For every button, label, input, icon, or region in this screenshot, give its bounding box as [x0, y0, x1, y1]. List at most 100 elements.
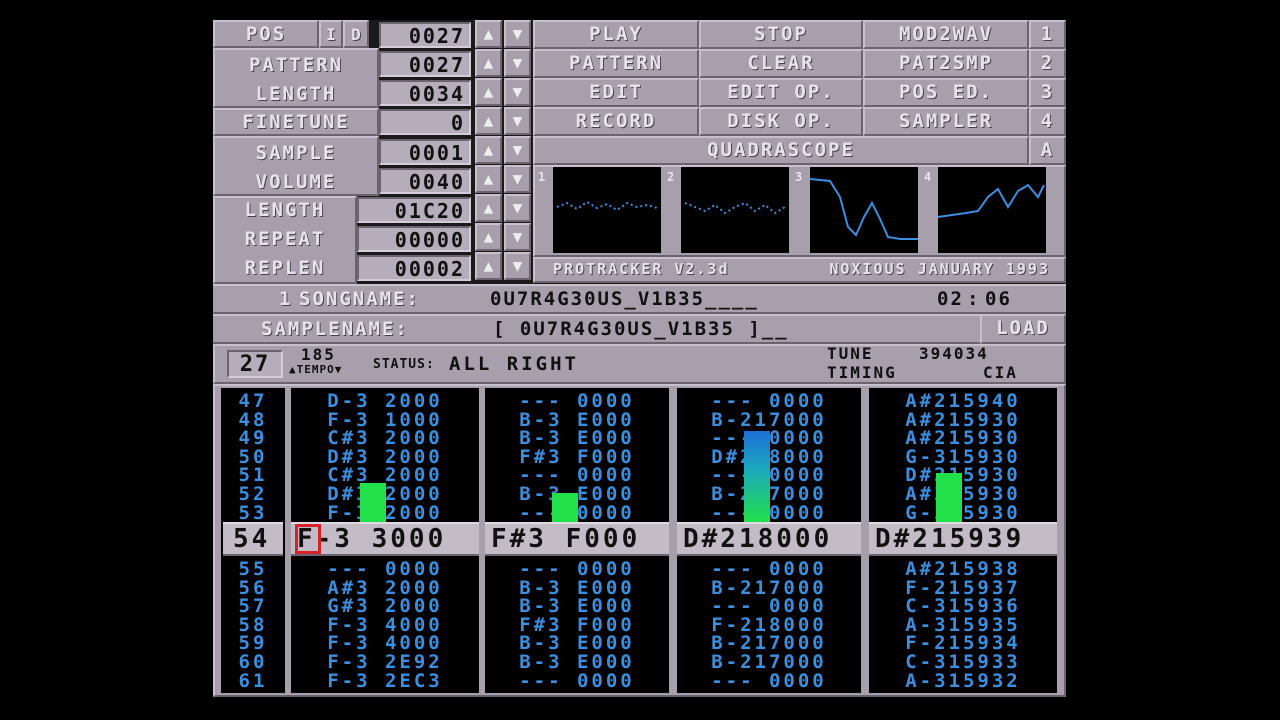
pattern-cell[interactable]: A#215930 [869, 485, 1057, 504]
sample-length-down-arrow-icon[interactable]: ▼ [504, 194, 531, 222]
clear-button[interactable]: CLEAR [699, 49, 863, 78]
pattern-cell[interactable]: D-3 2000 [291, 392, 479, 411]
repeat-label: REPEAT [244, 228, 326, 250]
pos-insert-button[interactable]: I [319, 20, 343, 48]
pattern-cell[interactable]: C#3 2000 [291, 429, 479, 448]
stop-button[interactable]: STOP [699, 20, 863, 49]
current-row-ch2[interactable]: F#3 F000 [485, 522, 669, 556]
samplename-input[interactable]: [ 0U7R4G30US_V1B35 ]__ [493, 317, 789, 342]
song-time-seconds: 06 [985, 288, 1012, 310]
scope-1 [553, 167, 661, 253]
disk-op-button[interactable]: DISK OP. [699, 107, 863, 136]
pos-up-arrow-icon[interactable]: ▲ [475, 20, 502, 48]
current-row-ch1[interactable]: F-3 3000 [291, 522, 479, 556]
about-strip: PROTRACKER V2.3d NOXIOUS JANUARY 1993 [533, 257, 1066, 283]
track-2-button[interactable]: 2 [1029, 49, 1066, 78]
pattern-cell[interactable]: A#215940 [869, 392, 1057, 411]
play-button[interactable]: PLAY [533, 20, 699, 49]
row-number: 61 [238, 669, 268, 692]
scope-3 [809, 167, 918, 253]
tempo-up-icon[interactable]: ▲ [289, 363, 297, 376]
pattern-up-arrow-icon[interactable]: ▲ [475, 49, 502, 77]
finetune-label: FINETUNE [242, 111, 350, 133]
repeat-up-arrow-icon[interactable]: ▲ [475, 223, 502, 251]
edit-op-button[interactable]: EDIT OP. [699, 78, 863, 107]
track-all-button[interactable]: A [1029, 136, 1066, 165]
length-down-arrow-icon[interactable]: ▼ [504, 78, 531, 106]
sample-length-up-arrow-icon[interactable]: ▲ [475, 194, 502, 222]
pattern-cell[interactable]: --- 0000 [485, 560, 669, 579]
pattern-cell[interactable]: B-3 E000 [485, 653, 669, 672]
length-label: LENGTH [255, 83, 337, 105]
pattern-cell[interactable]: A#215930 [869, 429, 1057, 448]
current-row-number: 54 [233, 524, 271, 554]
pattern-label: PATTERN [248, 54, 344, 76]
pattern-cell[interactable]: B-3 E000 [485, 429, 669, 448]
sample-up-arrow-icon[interactable]: ▲ [475, 136, 502, 164]
pos-ed-button[interactable]: POS ED. [863, 78, 1029, 107]
pos-delete-button[interactable]: D [343, 20, 369, 48]
tempo-control[interactable]: ▲TEMPO▼ [289, 363, 342, 376]
track-3-button[interactable]: 3 [1029, 78, 1066, 107]
tune-label: TUNE [827, 344, 874, 363]
volume-value: 0040 [379, 168, 471, 194]
pattern-cell[interactable]: --- 0000 [677, 597, 861, 616]
row-number: 49 [238, 427, 268, 450]
track-1-button[interactable]: 1 [1029, 20, 1066, 49]
current-row-ch4[interactable]: D#215939 [869, 522, 1057, 556]
finetune-down-arrow-icon[interactable]: ▼ [504, 107, 531, 135]
pattern-cell[interactable]: --- 0000 [677, 392, 861, 411]
pattern-cell[interactable]: --- 0000 [291, 560, 479, 579]
pattern-cell[interactable]: G#3 2000 [291, 597, 479, 616]
load-button[interactable]: LOAD [980, 314, 1066, 344]
pattern-cell[interactable]: C-315933 [869, 653, 1057, 672]
pattern-down-arrow-icon[interactable]: ▼ [504, 49, 531, 77]
sample-label: SAMPLE [255, 142, 337, 164]
pattern-cell[interactable]: --- 0000 [677, 671, 861, 691]
length-up-arrow-icon[interactable]: ▲ [475, 78, 502, 106]
pattern-cell[interactable]: A-315932 [869, 671, 1057, 691]
replen-value: 00002 [357, 255, 471, 281]
finetune-label-box: FINETUNE [213, 108, 379, 136]
current-row-ch3[interactable]: D#218000 [677, 522, 861, 556]
vu-meter-ch4 [936, 473, 962, 522]
mod2wav-button[interactable]: MOD2WAV [863, 20, 1029, 49]
pattern-cell[interactable]: C-315936 [869, 597, 1057, 616]
row-number: 55 [238, 558, 268, 580]
track-4-button[interactable]: 4 [1029, 107, 1066, 136]
protracker-screen: POS I D 0027 PATTERN LENGTH 0027 0034 FI… [213, 20, 1066, 697]
volume-down-arrow-icon[interactable]: ▼ [504, 165, 531, 193]
replen-down-arrow-icon[interactable]: ▼ [504, 252, 531, 280]
current-row-number-bar: 54 [223, 522, 283, 556]
pattern-cell[interactable]: G-315930 [869, 503, 1057, 523]
pattern-cell[interactable]: --- 0000 [485, 671, 669, 691]
quadrascope-button[interactable]: QUADRASCOPE [533, 136, 1029, 165]
row-number: 53 [238, 501, 268, 524]
edit-button[interactable]: EDIT [533, 78, 699, 107]
sampler-button[interactable]: SAMPLER [863, 107, 1029, 136]
pattern-cell[interactable]: --- 0000 [485, 392, 669, 411]
sample-down-arrow-icon[interactable]: ▼ [504, 136, 531, 164]
pat2smp-button[interactable]: PAT2SMP [863, 49, 1029, 78]
pattern-cell[interactable]: F-3 2E92 [291, 653, 479, 672]
row-number: 57 [238, 595, 268, 618]
songname-input[interactable]: 0U7R4G30US_V1B35____ [490, 287, 759, 312]
volume-up-arrow-icon[interactable]: ▲ [475, 165, 502, 193]
pattern-play-button[interactable]: PATTERN [533, 49, 699, 78]
tempo-down-icon[interactable]: ▼ [335, 363, 343, 376]
pos-down-arrow-icon[interactable]: ▼ [504, 20, 531, 48]
record-button[interactable]: RECORD [533, 107, 699, 136]
pattern-cell[interactable]: --- 0000 [677, 560, 861, 579]
pattern-cell[interactable]: B-3 E000 [485, 597, 669, 616]
finetune-up-arrow-icon[interactable]: ▲ [475, 107, 502, 135]
sample-loop-box: LENGTH REPEAT REPLEN [213, 196, 357, 284]
repeat-down-arrow-icon[interactable]: ▼ [504, 223, 531, 251]
pattern-cell[interactable]: F-3 2EC3 [291, 671, 479, 691]
sample-length-label: LENGTH [244, 199, 326, 221]
pattern-cell[interactable]: B-217000 [677, 653, 861, 672]
scope-2-number: 2 [667, 170, 675, 184]
vu-meter-ch1 [360, 483, 386, 522]
pattern-cell[interactable]: A#215938 [869, 560, 1057, 579]
replen-up-arrow-icon[interactable]: ▲ [475, 252, 502, 280]
sample-length-value: 01C20 [357, 197, 471, 223]
